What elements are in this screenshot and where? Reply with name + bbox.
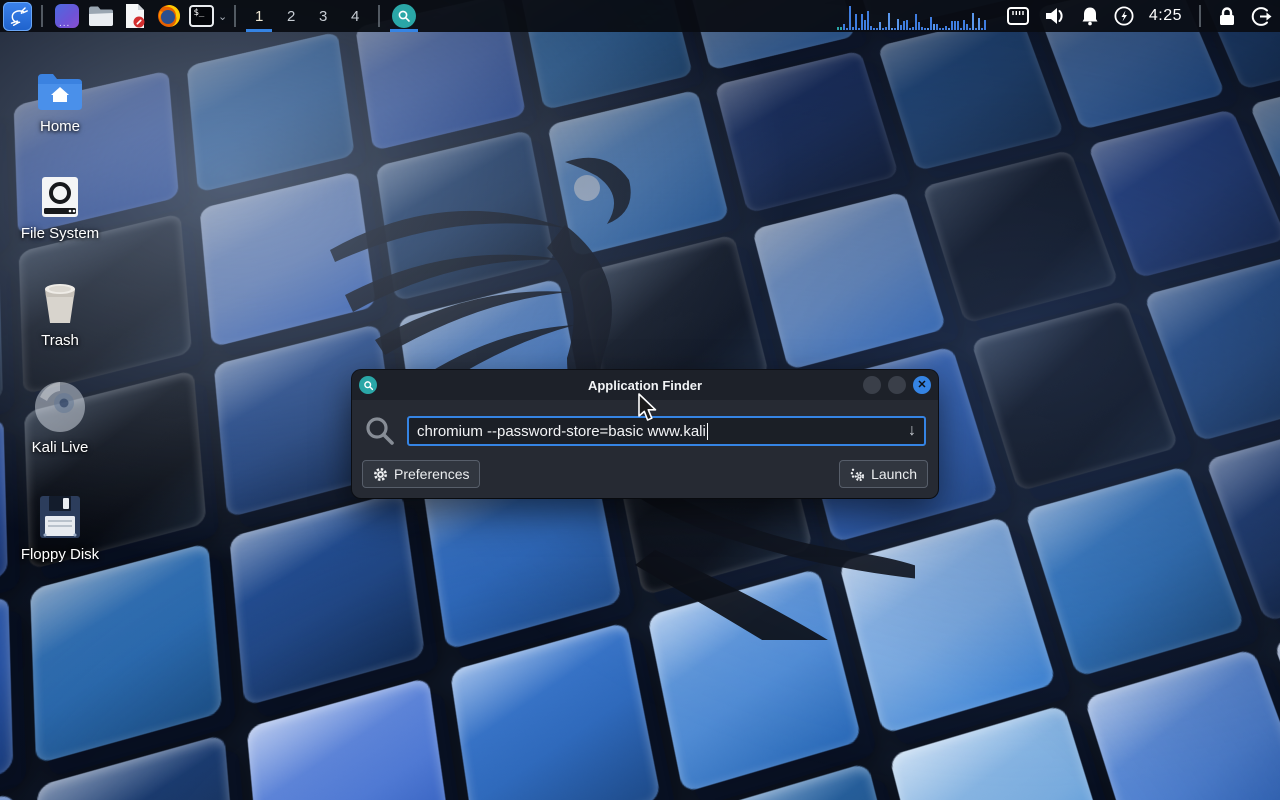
gear-icon xyxy=(373,467,388,482)
desktop-icon-home[interactable]: Home xyxy=(10,56,110,135)
firefox-icon xyxy=(157,4,181,28)
logout-icon[interactable] xyxy=(1251,6,1272,27)
panel-separator xyxy=(41,5,43,27)
command-input-value: chromium --password-store=basic www.kali xyxy=(417,423,706,440)
terminal-dropdown-chevron[interactable]: ⌄ xyxy=(218,10,227,23)
network-monitor-graph[interactable] xyxy=(837,0,992,32)
search-icon xyxy=(392,4,416,28)
launch-button[interactable]: Launch xyxy=(839,460,928,488)
volume-icon[interactable] xyxy=(1044,6,1066,26)
panel-separator xyxy=(234,5,236,27)
desktop-icon-label: Trash xyxy=(10,332,110,349)
launcher-file-manager[interactable] xyxy=(84,0,118,32)
desktop-icon-label: Home xyxy=(10,118,110,135)
input-dropdown-arrow-icon[interactable]: ↓ xyxy=(908,422,916,440)
minimize-button[interactable] xyxy=(863,376,881,394)
dialog-title: Application Finder xyxy=(352,378,938,393)
desktop-icon-label: Floppy Disk xyxy=(10,546,110,563)
panel-separator xyxy=(378,5,380,27)
home-folder-icon xyxy=(36,72,84,112)
maximize-button[interactable] xyxy=(888,376,906,394)
hard-drive-icon xyxy=(38,175,82,219)
window-app-icon xyxy=(55,4,79,28)
terminal-icon: $_ xyxy=(189,5,214,27)
ethernet-icon[interactable] xyxy=(1007,7,1029,25)
launcher-text-editor[interactable] xyxy=(118,0,152,32)
close-icon: ✕ xyxy=(917,380,926,391)
text-caret xyxy=(707,423,708,440)
system-tray: 4:25 xyxy=(837,0,1280,32)
search-icon-large xyxy=(364,415,396,447)
cd-disc-icon xyxy=(34,381,86,433)
launcher-window-app[interactable] xyxy=(50,0,84,32)
bell-icon[interactable] xyxy=(1081,6,1099,26)
document-icon xyxy=(123,3,147,29)
desktop-icon-floppy-disk[interactable]: Floppy Disk xyxy=(10,484,110,563)
clock[interactable]: 4:25 xyxy=(1149,7,1182,25)
launcher-terminal[interactable]: $_ xyxy=(186,0,216,32)
workspace-1[interactable]: 1 xyxy=(243,0,275,32)
kali-logo-icon xyxy=(3,2,32,31)
close-button[interactable]: ✕ xyxy=(913,376,931,394)
power-manager-icon[interactable] xyxy=(1114,6,1134,26)
run-gears-icon xyxy=(850,467,865,482)
workspace-4[interactable]: 4 xyxy=(339,0,371,32)
taskbar-appfinder-button[interactable] xyxy=(387,0,421,32)
command-input[interactable]: chromium --password-store=basic www.kali… xyxy=(407,416,926,446)
kali-menu-button[interactable] xyxy=(0,0,34,32)
desktop-root: Home File System Trash Kali Live xyxy=(0,0,1280,800)
floppy-disk-icon xyxy=(37,494,83,540)
top-panel: $_ ⌄ 1 2 3 4 xyxy=(0,0,1280,32)
preferences-button[interactable]: Preferences xyxy=(362,460,480,488)
desktop-icon-kali-live[interactable]: Kali Live xyxy=(10,377,110,456)
lock-icon[interactable] xyxy=(1218,6,1236,26)
desktop-icon-trash[interactable]: Trash xyxy=(10,270,110,349)
desktop-icon-file-system[interactable]: File System xyxy=(10,163,110,242)
dialog-body: chromium --password-store=basic www.kali… xyxy=(352,400,938,498)
panel-separator xyxy=(1199,5,1201,27)
application-finder-window: Application Finder ✕ chromium --password… xyxy=(352,370,938,498)
launcher-firefox[interactable] xyxy=(152,0,186,32)
dialog-titlebar[interactable]: Application Finder ✕ xyxy=(352,370,938,400)
workspace-3[interactable]: 3 xyxy=(307,0,339,32)
folder-icon xyxy=(88,5,114,27)
workspace-2[interactable]: 2 xyxy=(275,0,307,32)
desktop-icon-label: File System xyxy=(10,225,110,242)
trash-bin-icon xyxy=(37,280,83,326)
desktop-icon-label: Kali Live xyxy=(10,439,110,456)
